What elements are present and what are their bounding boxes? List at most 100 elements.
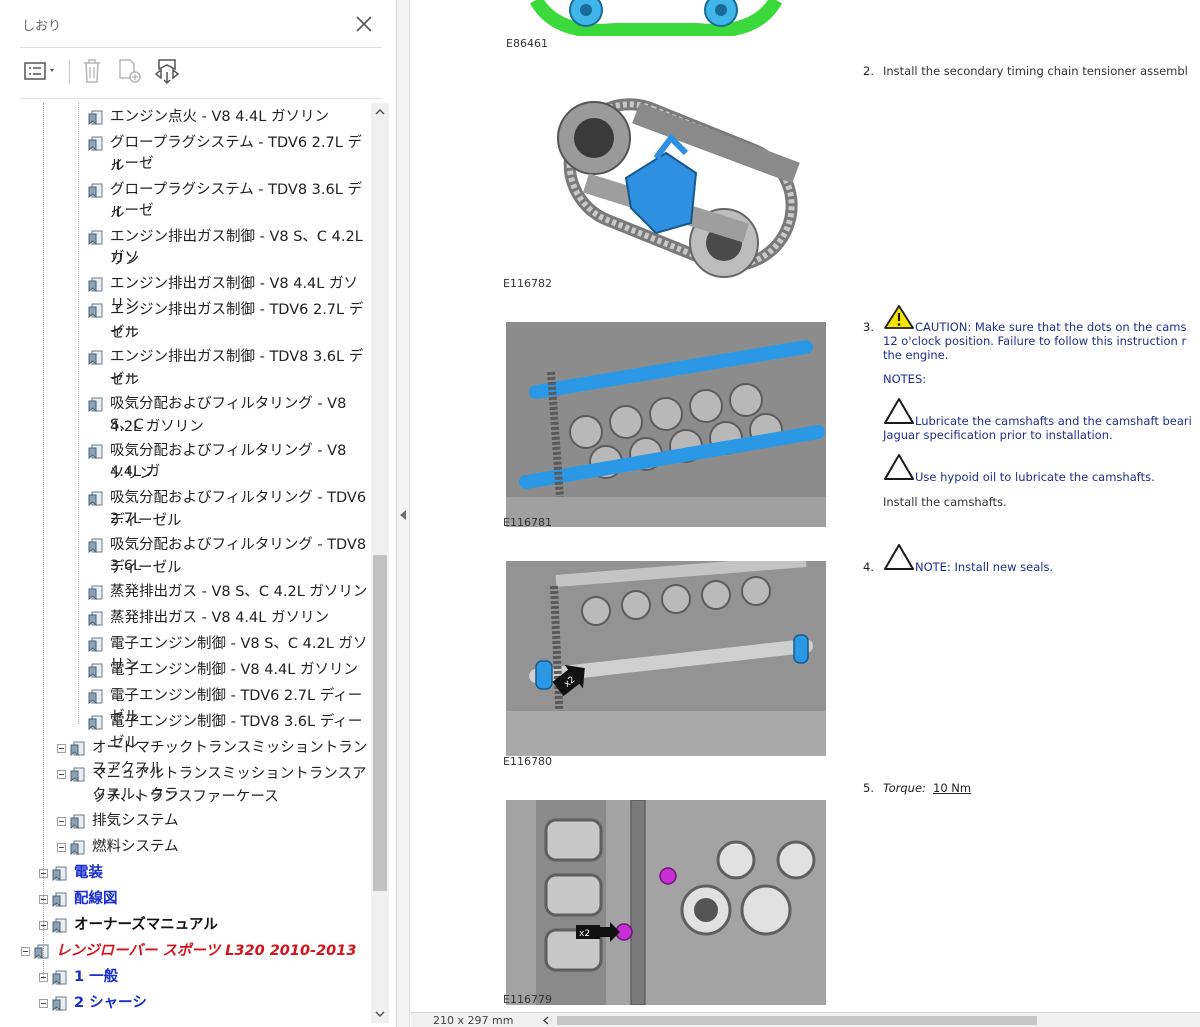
bookmark-icon [52, 892, 68, 908]
bookmark-category[interactable]: 配線図 [0, 885, 370, 911]
bookmark-item[interactable]: 電子エンジン制御 - V8 S、C 4.2L ガソリン [0, 630, 370, 673]
bookmark-item[interactable]: グロープラグシステム - TDV8 3.6L ディーゼル [0, 176, 370, 223]
bookmark-label: エンジン点火 - V8 4.4L ガソリン [110, 109, 329, 125]
bookmark-item[interactable]: エンジン排出ガス制御 - TDV8 3.6L ディー ゼル [0, 343, 370, 390]
bookmark-icon [88, 689, 104, 705]
note-label: NOTE: [915, 560, 951, 574]
note-1-line-2: Jaguar specification prior to installati… [883, 428, 1113, 442]
panel-splitter[interactable] [397, 0, 410, 1027]
bookmarks-scrollbar[interactable] [371, 103, 389, 1023]
note-text: NOTE: Install new seals. [915, 560, 1053, 574]
bookmark-label: 蒸発排出ガス - V8 4.4L ガソリン [110, 610, 329, 626]
bookmark-icon [88, 491, 104, 507]
bookmark-category[interactable]: レンジローバー スポーツ L320 2010-2013 [0, 937, 370, 963]
bookmark-icon [88, 611, 104, 627]
bookmark-item[interactable]: 吸気分配およびフィルタリング - V8 S、C 4.2L ガソリン [0, 390, 370, 437]
divider [20, 47, 382, 48]
collapse-toggle-icon[interactable] [39, 999, 48, 1008]
bookmark-label: ル [110, 205, 125, 221]
bookmark-item[interactable]: エンジン排出ガス制御 - V8 4.4L ガソリン [0, 270, 370, 313]
bookmark-group[interactable]: 排気システム [0, 807, 370, 833]
torque-value-link[interactable]: 10 Nm [933, 781, 971, 795]
bookmark-label: ル [110, 158, 125, 174]
step-text: Install the secondary timing chain tensi… [883, 64, 1188, 78]
bookmark-icon [88, 183, 104, 199]
bookmark-item[interactable]: 吸気分配およびフィルタリング - V8 4.4L ガソリン [0, 437, 370, 484]
new-bookmark-button[interactable] [116, 56, 144, 86]
list-options-icon [24, 62, 54, 80]
bookmark-icon [88, 715, 104, 731]
bookmark-label: エンジン排出ガス制御 - TDV8 3.6L ディー [110, 349, 364, 386]
figure-label: E116782 [503, 277, 552, 290]
bookmark-item[interactable]: 電子エンジン制御 - TDV8 3.6L ディーゼル [0, 708, 370, 751]
bookmark-category[interactable]: オーナーズマニュアル [0, 911, 370, 937]
bookmark-icon [88, 277, 104, 293]
close-icon[interactable] [352, 12, 376, 36]
bookmark-item[interactable]: エンジン排出ガス制御 - TDV6 2.7L ディー ゼル [0, 296, 370, 343]
bookmark-item[interactable]: エンジン排出ガス制御 - V8 S、C 4.2L ガソ リン [0, 223, 370, 270]
bookmark-label: リン [110, 252, 139, 268]
note-1-line-1: Lubricate the camshafts and the camshaft… [915, 414, 1192, 428]
scroll-down-icon[interactable] [371, 1005, 389, 1023]
bookmark-icon [88, 397, 104, 413]
figure-label: E116781 [503, 516, 552, 529]
bookmark-group[interactable]: マニュアルトランスミッショントランスアクスル、クラ ッチ、トランスファーケース [0, 760, 370, 807]
bookmark-icon [70, 741, 86, 757]
caution-line-1: Make sure that the dots on the cams [971, 320, 1187, 334]
bookmark-icon [70, 840, 86, 856]
collapse-toggle-icon[interactable] [57, 817, 66, 826]
bookmark-item[interactable]: グロープラグシステム - TDV6 2.7L ディーゼル [0, 129, 370, 176]
bookmark-item[interactable]: 電子エンジン制御 - V8 4.4L ガソリン [0, 656, 370, 682]
note-triangle-icon [884, 398, 914, 424]
bookmark-label: 燃料システム [92, 839, 179, 855]
bookmark-label: ゼル [110, 325, 139, 341]
figure-label: E86461 [506, 37, 548, 50]
bookmark-icon [88, 350, 104, 366]
caution-line-2: 12 o'clock position. Failure to follow t… [883, 334, 1187, 348]
bookmark-label: オーナーズマニュアル [74, 917, 218, 933]
scroll-up-icon[interactable] [371, 103, 389, 121]
tensioner-figure [557, 98, 800, 278]
collapse-toggle-icon[interactable] [57, 744, 66, 753]
horizontal-scrollbar-thumb[interactable] [557, 1016, 1037, 1025]
bookmark-item[interactable]: 吸気分配およびフィルタリング - TDV8 3.6L ディーゼル [0, 531, 370, 578]
collapse-toggle-icon[interactable] [57, 843, 66, 852]
bookmark-icon [88, 585, 104, 601]
bookmark-icon [52, 918, 68, 934]
bookmark-category[interactable]: 2 シャーシ [0, 989, 370, 1015]
expand-bookmark-button[interactable] [152, 56, 182, 86]
bookmark-label: 2 シャーシ [74, 995, 147, 1011]
delete-bookmark-button[interactable] [79, 56, 105, 86]
bookmark-label: 1 一般 [74, 969, 119, 985]
bookmark-icon [88, 637, 104, 653]
bookmark-item[interactable]: 電子エンジン制御 - TDV6 2.7L ディーゼル [0, 682, 370, 725]
bookmark-item[interactable]: 蒸発排出ガス - V8 4.4L ガソリン [0, 604, 370, 630]
bookmark-category[interactable]: 1 一般 [0, 963, 370, 989]
note-triangle-icon [884, 454, 914, 480]
bookmark-item[interactable]: エンジン点火 - V8 4.4L ガソリン [0, 103, 370, 129]
divider [20, 98, 382, 99]
bookmark-group[interactable]: オートマチックトランスミッショントランスアクスル [0, 734, 370, 777]
bookmark-item[interactable]: 吸気分配およびフィルタリング - TDV6 2.7L ディーゼル [0, 484, 370, 531]
bookmark-label: ソリン [110, 466, 154, 482]
install-camshafts-text: Install the camshafts. [883, 495, 1007, 509]
timing-chain-figure [529, 0, 783, 36]
collapse-toggle-icon[interactable] [21, 947, 30, 956]
collapse-toggle-icon[interactable] [57, 770, 66, 779]
tree-connector [43, 103, 44, 979]
step-number: 5. [863, 781, 874, 795]
caution-label: CAUTION: [915, 320, 972, 334]
options-menu-button[interactable] [22, 56, 60, 86]
bookmark-label: エンジン排出ガス制御 - V8 S、C 4.2L ガソ [110, 229, 363, 266]
torque-label: Torque: [883, 781, 926, 795]
scroll-left-icon[interactable] [541, 1015, 551, 1026]
bookmark-expand-icon [154, 59, 180, 85]
bookmark-label: 排気システム [92, 813, 179, 829]
scrollbar-thumb[interactable] [373, 555, 387, 891]
bookmark-category[interactable]: 電装 [0, 859, 370, 885]
bookmarks-toolbar [0, 56, 397, 92]
bookmark-group[interactable]: 燃料システム [0, 833, 370, 859]
bookmark-label: グロープラグシステム - TDV8 3.6L ディーゼ [110, 182, 362, 219]
bookmark-item[interactable]: 蒸発排出ガス - V8 S、C 4.2L ガソリン [0, 578, 370, 604]
collapse-panel-icon[interactable] [400, 510, 406, 520]
